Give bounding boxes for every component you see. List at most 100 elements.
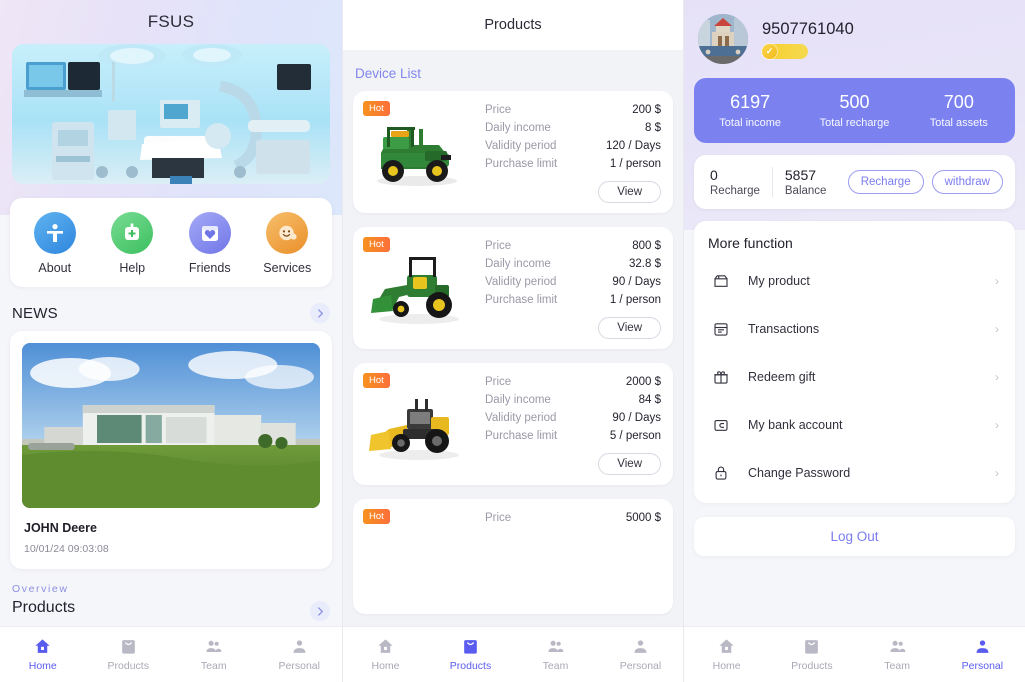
- tab-label: Products: [791, 660, 833, 672]
- three-phone-screens: FSUS About Help Friends Services NEWS JO…: [0, 0, 1025, 682]
- menu-item-change-password[interactable]: Change Password ›: [708, 449, 1001, 497]
- tab-personal[interactable]: Personal: [598, 637, 683, 672]
- quick-action-services[interactable]: Services: [249, 212, 327, 275]
- product-card[interactable]: Hot: [353, 363, 673, 485]
- chevron-right-icon[interactable]: [310, 601, 330, 621]
- daily-income-value: 84 $: [638, 394, 661, 406]
- validity-period-label: Validity period: [485, 140, 557, 152]
- news-header: NEWS: [0, 287, 342, 331]
- hot-badge: Hot: [363, 373, 390, 389]
- home-icon: [719, 639, 734, 653]
- hero-banner-image[interactable]: [12, 44, 330, 184]
- product-card[interactable]: Hot: [353, 91, 673, 213]
- product-details: Price 200 $ Daily income 8 $ Validity peri…: [471, 101, 661, 203]
- chevron-right-icon: ›: [995, 370, 999, 384]
- tab-home[interactable]: Home: [343, 637, 428, 672]
- daily-income-value: 32.8 $: [629, 258, 661, 270]
- purchase-limit-value: 1 / person: [609, 158, 661, 170]
- logout-button[interactable]: Log Out: [694, 517, 1015, 556]
- chevron-right-icon[interactable]: [310, 303, 330, 323]
- price-label: Price: [485, 104, 512, 116]
- quick-action-label: Friends: [188, 261, 231, 275]
- menu-item-my-bank-account[interactable]: My bank account ›: [708, 401, 1001, 449]
- validity-period-label: Validity period: [485, 412, 557, 424]
- news-item-card[interactable]: JOHN Deere 10/01/24 09:03:08: [10, 331, 332, 569]
- view-button[interactable]: View: [598, 317, 661, 339]
- tab-home[interactable]: Home: [684, 637, 769, 672]
- stat-total-income: 6197 Total income: [698, 92, 802, 129]
- personal-icon: [293, 640, 306, 653]
- tab-label: Team: [884, 660, 910, 672]
- purchase-limit-label: Purchase limit: [485, 294, 558, 306]
- overview-section[interactable]: Overview Products: [0, 569, 342, 621]
- overview-kicker: Overview: [12, 583, 69, 595]
- menu-item-redeem-gift[interactable]: Redeem gift ›: [708, 353, 1001, 401]
- personal-screen: 9507761040 ✓ 6197 Total income 500 Total…: [684, 0, 1025, 682]
- recharge-button[interactable]: Recharge: [847, 170, 924, 194]
- overview-title: Products: [12, 599, 76, 616]
- product-card[interactable]: Hot Price 5000 $: [353, 499, 673, 614]
- validity-period-value: 120 / Days: [606, 140, 661, 152]
- more-function-title: More function: [708, 235, 793, 251]
- tab-label: Home: [28, 660, 57, 672]
- stat-value: 700: [943, 92, 974, 112]
- products-list-body: Device List Hot Price 200 $ Daily income…: [343, 50, 683, 682]
- team-icon: [890, 640, 906, 653]
- validity-period-value: 90 / Days: [612, 412, 661, 424]
- price-value: 5000 $: [625, 512, 661, 524]
- recharge-value: 0: [710, 167, 718, 183]
- tab-products[interactable]: Products: [86, 637, 172, 672]
- recharge-label: Recharge: [710, 185, 760, 197]
- box-icon: [710, 270, 732, 292]
- news-date: 10/01/24 09:03:08: [24, 543, 109, 555]
- tab-team[interactable]: Team: [171, 637, 257, 672]
- stat-value: 6197: [730, 92, 771, 112]
- product-card[interactable]: Hot: [353, 227, 673, 349]
- hot-badge: Hot: [363, 237, 390, 253]
- validity-period-label: Validity period: [485, 276, 557, 288]
- team-icon: [548, 640, 564, 653]
- avatar[interactable]: [698, 14, 748, 64]
- friends-heart-icon: [188, 212, 231, 254]
- tab-label: Products: [449, 660, 492, 672]
- products-icon: [464, 640, 477, 654]
- view-button[interactable]: View: [598, 453, 661, 475]
- stat-label: Total assets: [929, 117, 988, 129]
- tab-personal[interactable]: Personal: [257, 637, 343, 672]
- view-button[interactable]: View: [598, 181, 661, 203]
- price-label: Price: [485, 376, 512, 388]
- balance-card: 0 Recharge 5857 Balance Recharge withdra…: [694, 155, 1015, 209]
- quick-action-about[interactable]: About: [16, 212, 94, 275]
- products-tabbar: Home Products Team Personal: [343, 626, 683, 682]
- quick-action-friends[interactable]: Friends: [171, 212, 249, 275]
- tab-personal[interactable]: Personal: [940, 637, 1025, 672]
- tab-label: Personal: [278, 660, 320, 672]
- product-details: Price 5000 $: [471, 509, 661, 604]
- chevron-right-icon: ›: [995, 322, 999, 336]
- menu-item-transactions[interactable]: Transactions ›: [708, 305, 1001, 353]
- price-value: 2000 $: [625, 376, 661, 388]
- price-value: 800 $: [632, 240, 661, 252]
- balance-value: 5857: [784, 167, 817, 183]
- balance-summary: 5857 Balance: [773, 167, 839, 197]
- quick-actions-card: About Help Friends Services: [10, 198, 332, 287]
- validity-period-value: 90 / Days: [612, 276, 661, 288]
- stats-card: 6197 Total income 500 Total recharge 700…: [694, 78, 1015, 143]
- daily-income-label: Daily income: [485, 122, 551, 134]
- services-smile-icon: [266, 212, 309, 254]
- tab-team[interactable]: Team: [855, 637, 940, 672]
- withdraw-button[interactable]: withdraw: [931, 170, 1003, 194]
- tab-team[interactable]: Team: [513, 637, 598, 672]
- menu-item-label: Change Password: [748, 466, 851, 480]
- app-title: FSUS: [147, 12, 195, 31]
- quick-action-help[interactable]: Help: [94, 212, 172, 275]
- tab-home[interactable]: Home: [0, 637, 86, 672]
- tab-label: Team: [542, 660, 569, 672]
- menu-item-my-product[interactable]: My product ›: [708, 257, 1001, 305]
- tab-products[interactable]: Products: [428, 637, 513, 672]
- tab-label: Personal: [619, 660, 662, 672]
- tab-label: Team: [200, 660, 227, 672]
- tab-products[interactable]: Products: [769, 637, 854, 672]
- card-icon: [710, 414, 732, 436]
- gift-icon: [710, 366, 732, 388]
